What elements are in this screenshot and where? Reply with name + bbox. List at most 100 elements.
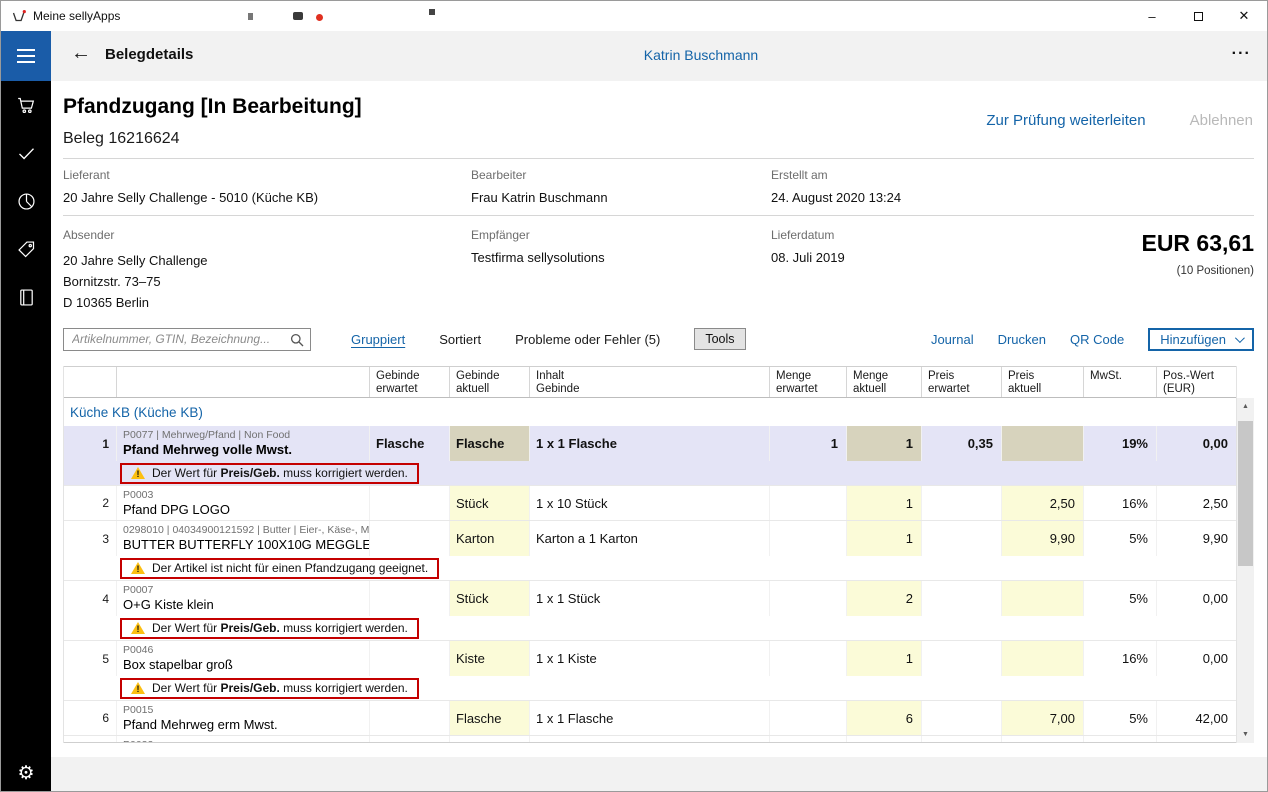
- qr-code-link[interactable]: QR Code: [1070, 332, 1124, 347]
- absender-line: Bornitzstr. 73–75: [63, 271, 208, 292]
- menge-aktuell-cell[interactable]: 1: [846, 486, 921, 520]
- book-icon[interactable]: [1, 273, 51, 321]
- preis-aktuell-cell[interactable]: [1001, 426, 1083, 461]
- close-button[interactable]: ✕: [1221, 1, 1267, 31]
- row-number: 2: [64, 486, 116, 520]
- warning-box: ! Der Wert für Preis/Geb. muss korrigier…: [120, 678, 419, 699]
- table-row[interactable]: 6 P0015 Pfand Mehrweg erm Mwst. Flasche …: [64, 701, 1236, 736]
- minimize-button[interactable]: –: [1129, 1, 1175, 31]
- filter-sortiert[interactable]: Sortiert: [439, 332, 481, 347]
- preis-aktuell-cell[interactable]: [1001, 641, 1083, 676]
- check-icon[interactable]: [1, 129, 51, 177]
- positions-table: Gebinde erwartet Gebinde aktuell Inhalt …: [63, 366, 1254, 743]
- warning-row: ! Der Wert für Preis/Geb. muss korrigier…: [64, 616, 1236, 641]
- table-row[interactable]: 5 P0046 Box stapelbar groß Kiste 1 x 1 K…: [64, 641, 1236, 676]
- menu-icon[interactable]: [1, 31, 51, 81]
- pos-wert-cell: 2,50: [1156, 486, 1236, 520]
- cart-icon[interactable]: [1, 81, 51, 129]
- erstellt-label: Erstellt am: [771, 168, 901, 182]
- filter-gruppiert[interactable]: Gruppiert: [351, 332, 405, 347]
- bottom-bar: [51, 757, 1268, 792]
- gebinde-aktuell-cell[interactable]: Flasche: [449, 701, 529, 735]
- scroll-up-icon[interactable]: ▲: [1237, 398, 1254, 415]
- menge-aktuell-cell[interactable]: 1: [846, 641, 921, 676]
- gear-icon[interactable]: ⚙: [1, 757, 51, 789]
- col-header-preis-erwartet: Preis erwartet: [921, 367, 1001, 397]
- scrollbar-thumb[interactable]: [1238, 421, 1253, 566]
- more-button[interactable]: ...: [1232, 41, 1251, 59]
- maximize-button[interactable]: [1175, 1, 1221, 31]
- titlebar: Meine sellyApps – ✕: [1, 1, 1267, 31]
- group-header[interactable]: Küche KB (Küche KB): [64, 398, 1236, 426]
- col-header-pos-wert: Pos.-Wert (EUR): [1156, 367, 1236, 397]
- pie-chart-icon[interactable]: [1, 177, 51, 225]
- article-cell[interactable]: P0046 Box stapelbar groß: [116, 641, 369, 676]
- inhalt-gebinde-cell: 1 x 1 Stück: [529, 581, 769, 616]
- record-dot-artifact: [316, 14, 323, 21]
- gebinde-aktuell-cell[interactable]: Kiste: [449, 641, 529, 676]
- article-meta: P0003: [123, 489, 369, 501]
- scroll-down-icon[interactable]: ▼: [1237, 726, 1254, 743]
- positions-count: (10 Positionen): [1177, 265, 1254, 277]
- gebinde-aktuell-cell[interactable]: Stück: [449, 486, 529, 520]
- article-cell[interactable]: P0015 Pfand Mehrweg erm Mwst.: [116, 701, 369, 735]
- back-button[interactable]: ←: [71, 42, 91, 65]
- preis-aktuell-cell[interactable]: [1001, 581, 1083, 616]
- mwst-cell: 5%: [1083, 701, 1156, 735]
- filter-probleme[interactable]: Probleme oder Fehler (5): [515, 332, 660, 347]
- preis-aktuell-cell[interactable]: 9,90: [1001, 521, 1083, 556]
- article-cell[interactable]: P0077 | Mehrweg/Pfand | Non Food Pfand M…: [116, 426, 369, 461]
- warning-row: ! Der Wert für Preis/Geb. muss korrigier…: [64, 461, 1236, 486]
- menge-aktuell-cell[interactable]: 2: [846, 581, 921, 616]
- bearbeiter-value: Frau Katrin Buschmann: [471, 190, 608, 205]
- gebinde-erwartet-cell: [369, 701, 449, 735]
- window-controls: – ✕: [1129, 1, 1267, 31]
- article-cell[interactable]: P0007 O+G Kiste klein: [116, 581, 369, 616]
- article-cell[interactable]: P0003 Pfand DPG LOGO: [116, 486, 369, 520]
- search-icon[interactable]: [290, 333, 304, 347]
- table-row[interactable]: 3 0298010 | 04034900121592 | Butter | Ei…: [64, 521, 1236, 556]
- mwst-cell: 5%: [1083, 521, 1156, 556]
- preis-aktuell-cell[interactable]: 7,00: [1001, 701, 1083, 735]
- pos-wert-cell: 42,00: [1156, 701, 1236, 735]
- app-icon: [11, 8, 27, 24]
- preis-aktuell-cell[interactable]: 2,50: [1001, 486, 1083, 520]
- page-header: ← Belegdetails Katrin Buschmann ...: [51, 31, 1268, 81]
- tools-button[interactable]: Tools: [694, 328, 745, 350]
- search-input[interactable]: [64, 329, 310, 350]
- reject-link[interactable]: Ablehnen: [1190, 112, 1253, 129]
- gebinde-erwartet-cell: [369, 641, 449, 676]
- tag-icon[interactable]: [1, 225, 51, 273]
- vertical-scrollbar[interactable]: ▲ ▼: [1237, 398, 1254, 743]
- table-row[interactable]: 2 P0003 Pfand DPG LOGO Stück 1 x 10 Stüc…: [64, 486, 1236, 521]
- hinzufuegen-button[interactable]: Hinzufügen: [1148, 328, 1254, 351]
- preis-erwartet-cell: [921, 581, 1001, 616]
- menge-aktuell-cell[interactable]: 6: [846, 701, 921, 735]
- forward-for-review-link[interactable]: Zur Prüfung weiterleiten: [986, 112, 1145, 129]
- drucken-link[interactable]: Drucken: [998, 332, 1046, 347]
- menge-aktuell-cell[interactable]: 1: [846, 426, 921, 461]
- preis-erwartet-cell: [921, 521, 1001, 556]
- menge-erwartet-cell: [769, 581, 846, 616]
- article-name: Pfand Mehrweg volle Mwst.: [123, 442, 369, 457]
- col-header-artikel: [116, 367, 369, 397]
- gebinde-erwartet-cell: [369, 581, 449, 616]
- menge-erwartet-cell: [769, 701, 846, 735]
- gebinde-aktuell-cell[interactable]: Stück: [449, 581, 529, 616]
- menge-aktuell-cell[interactable]: 1: [846, 521, 921, 556]
- inhalt-gebinde-cell: 1 x 1 Flasche: [529, 426, 769, 461]
- article-cell[interactable]: P0032: [116, 736, 369, 743]
- divider: [63, 158, 1254, 159]
- gebinde-aktuell-cell[interactable]: Karton: [449, 521, 529, 556]
- warning-triangle-icon: !: [131, 467, 145, 479]
- gebinde-aktuell-cell[interactable]: Flasche: [449, 426, 529, 461]
- journal-link[interactable]: Journal: [931, 332, 974, 347]
- screen-artifact: [429, 9, 435, 15]
- table-row[interactable]: 7 P0032: [64, 736, 1236, 743]
- warning-triangle-icon: !: [131, 682, 145, 694]
- table-row[interactable]: 1 P0077 | Mehrweg/Pfand | Non Food Pfand…: [64, 426, 1236, 461]
- pos-wert-cell: 0,00: [1156, 581, 1236, 616]
- table-row[interactable]: 4 P0007 O+G Kiste klein Stück 1 x 1 Stüc…: [64, 581, 1236, 616]
- article-name: Pfand DPG LOGO: [123, 502, 369, 517]
- article-cell[interactable]: 0298010 | 04034900121592 | Butter | Eier…: [116, 521, 369, 556]
